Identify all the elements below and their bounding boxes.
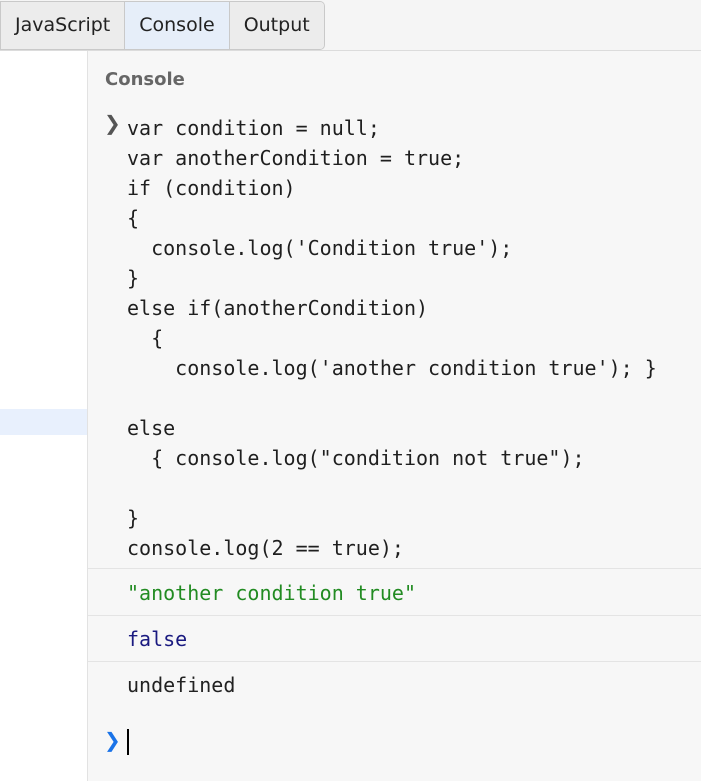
output-divider — [88, 661, 701, 662]
active-prompt-icon: ❯ — [104, 728, 121, 752]
console-output-string: "another condition true" — [127, 581, 416, 605]
console-input-caret[interactable] — [127, 729, 129, 755]
tab-console[interactable]: Console — [125, 2, 230, 49]
tab-group: JavaScript Console Output — [0, 1, 325, 50]
console-input-code: var condition = null; var anotherConditi… — [127, 116, 657, 560]
console-output-boolean: false — [127, 627, 188, 651]
tab-bar: JavaScript Console Output — [0, 0, 701, 51]
editor-gutter — [0, 51, 87, 781]
gutter-line-highlight — [0, 409, 87, 435]
output-divider — [88, 615, 701, 616]
console-title: Console — [105, 69, 185, 90]
output-divider — [88, 568, 701, 569]
console-panel: Console ❯ var condition = null; var anot… — [87, 51, 701, 781]
input-prompt-icon: ❯ — [104, 111, 121, 135]
console-output-undefined: undefined — [127, 673, 236, 697]
tab-javascript[interactable]: JavaScript — [1, 2, 126, 49]
tab-output[interactable]: Output — [229, 2, 324, 49]
